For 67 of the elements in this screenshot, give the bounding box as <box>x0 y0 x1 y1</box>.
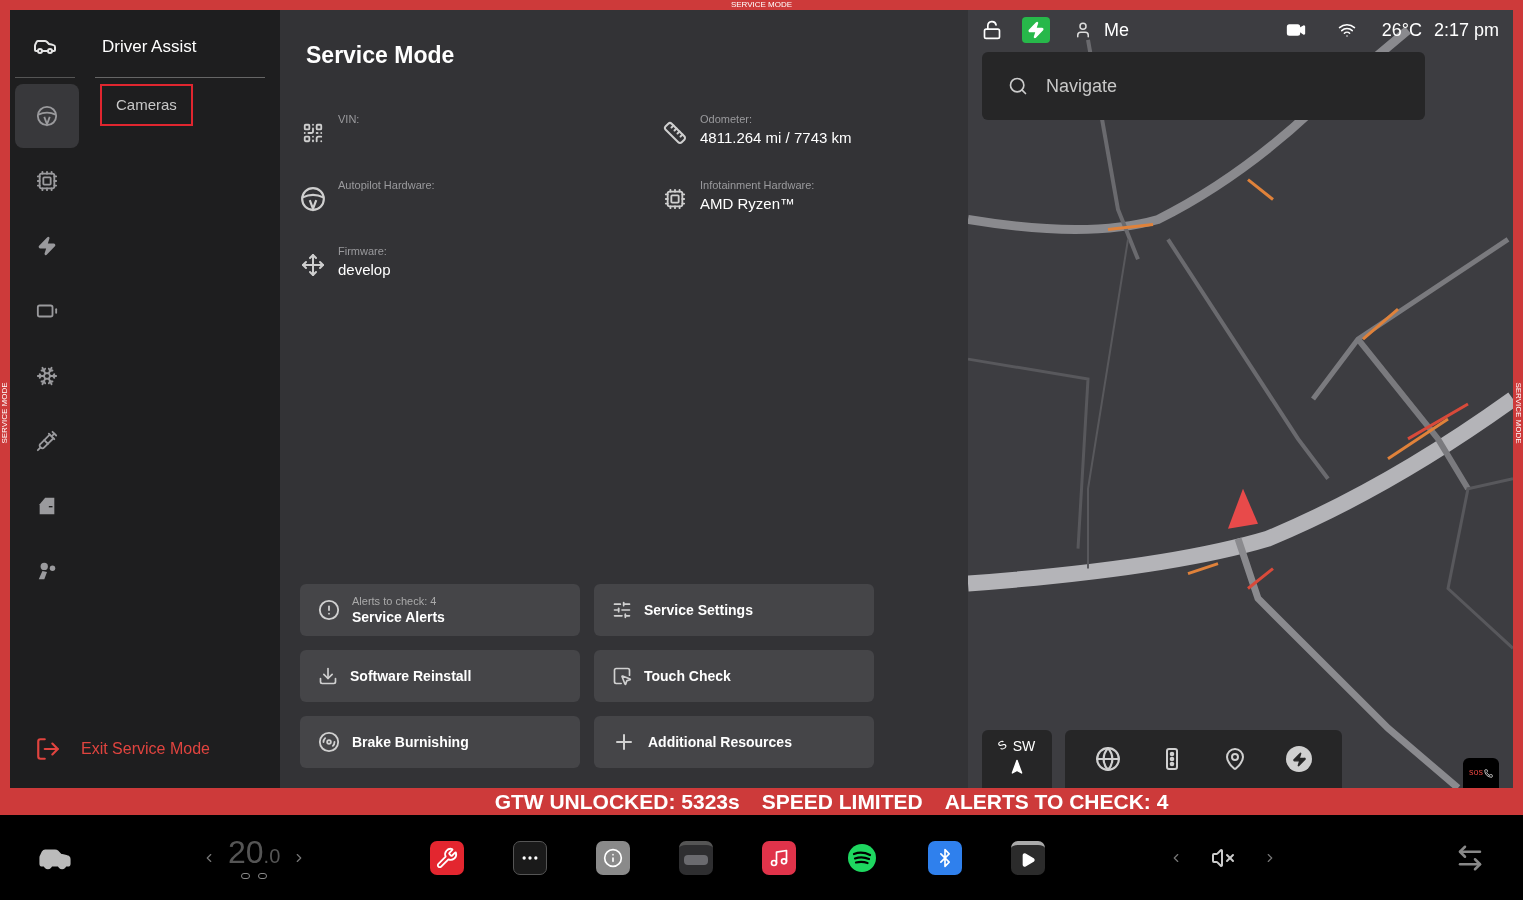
charger-icon[interactable] <box>1286 746 1313 772</box>
wifi-icon <box>1337 21 1356 39</box>
user-name[interactable]: Me <box>1104 16 1129 44</box>
person-icon <box>36 560 58 582</box>
sos-button[interactable]: sos <box>1463 758 1499 788</box>
snowflake-icon <box>36 365 58 387</box>
frame-label: SERVICE MODE <box>1513 381 1523 446</box>
temperature: 26°C <box>1381 18 1422 42</box>
pointer-icon <box>612 666 632 686</box>
exit-icon <box>35 736 61 762</box>
chip-icon <box>664 187 686 210</box>
info-label: Infotainment Hardware: <box>700 177 815 193</box>
alert-banner-text: SPEED LIMITED <box>761 788 923 815</box>
page-title: Service Mode <box>305 41 456 70</box>
disc-icon <box>318 731 340 753</box>
dashcam-icon[interactable] <box>679 840 714 875</box>
exit-button[interactable]: Exit Service Mode <box>10 736 280 762</box>
arrows-icon <box>301 252 325 277</box>
service-button[interactable]: Brake Burnishing <box>300 716 580 768</box>
manual-icon[interactable] <box>596 840 631 875</box>
wrench-icon[interactable] <box>430 840 465 875</box>
info-label: Autopilot Hardware: <box>338 177 435 193</box>
category-tab[interactable] <box>15 84 79 148</box>
frame-label: SERVICE MODE <box>0 381 10 446</box>
globe-icon[interactable] <box>1094 746 1121 772</box>
unlock-icon[interactable] <box>982 20 1002 40</box>
compass-heading: SW <box>1012 737 1036 756</box>
info-label: Firmware: <box>338 243 388 259</box>
frame-label: SERVICE MODE <box>730 0 793 10</box>
search-icon <box>1008 76 1028 96</box>
user-icon[interactable] <box>1074 21 1092 39</box>
video-icon[interactable] <box>1011 840 1046 875</box>
chip-icon <box>36 170 58 192</box>
info-value: 4811.264 mi / 7743 km <box>700 128 852 148</box>
alert-banner-text: ALERTS TO CHECK: 4 <box>944 788 1169 815</box>
search-field[interactable]: Navigate <box>982 52 1425 120</box>
service-button[interactable]: Additional Resources <box>594 716 874 768</box>
service-button[interactable]: Touch Check <box>594 650 874 702</box>
info-label: VIN: <box>338 111 360 127</box>
more-icon[interactable] <box>513 840 548 875</box>
cabin-temperature-decimal: .0 <box>263 844 281 869</box>
bolt-icon <box>37 236 57 256</box>
section-title: Driver Assist <box>102 36 197 58</box>
info-value: AMD Ryzen™ <box>700 194 797 214</box>
download-icon <box>318 666 338 686</box>
section-item[interactable]: Cameras <box>100 84 193 126</box>
bluetooth-icon[interactable] <box>928 840 963 875</box>
steering-wheel-icon <box>300 185 326 212</box>
music-icon[interactable] <box>762 840 797 875</box>
phone-icon <box>1484 768 1493 778</box>
cabin-temperature: 20 <box>228 836 264 868</box>
qr-code-icon <box>302 121 324 144</box>
sliders-icon <box>612 600 632 620</box>
info-label: Odometer: <box>700 111 753 127</box>
compass[interactable]: S SW <box>982 730 1052 788</box>
service-button[interactable]: Alerts to check: 4 Service Alerts <box>300 584 580 636</box>
clock: 2:17 pm <box>1433 18 1499 42</box>
alert-icon <box>318 599 340 621</box>
info-value: develop <box>338 260 391 280</box>
alert-banner-text: GTW UNLOCKED: 5323s <box>494 788 740 815</box>
service-button[interactable]: Software Reinstall <box>300 650 580 702</box>
compass-label: S <box>994 736 1010 756</box>
steering-wheel-icon <box>36 105 58 127</box>
syringe-icon <box>36 430 58 452</box>
service-button[interactable]: Service Settings <box>594 584 874 636</box>
heading-arrow-icon <box>1009 759 1025 775</box>
ruler-icon <box>663 120 687 145</box>
